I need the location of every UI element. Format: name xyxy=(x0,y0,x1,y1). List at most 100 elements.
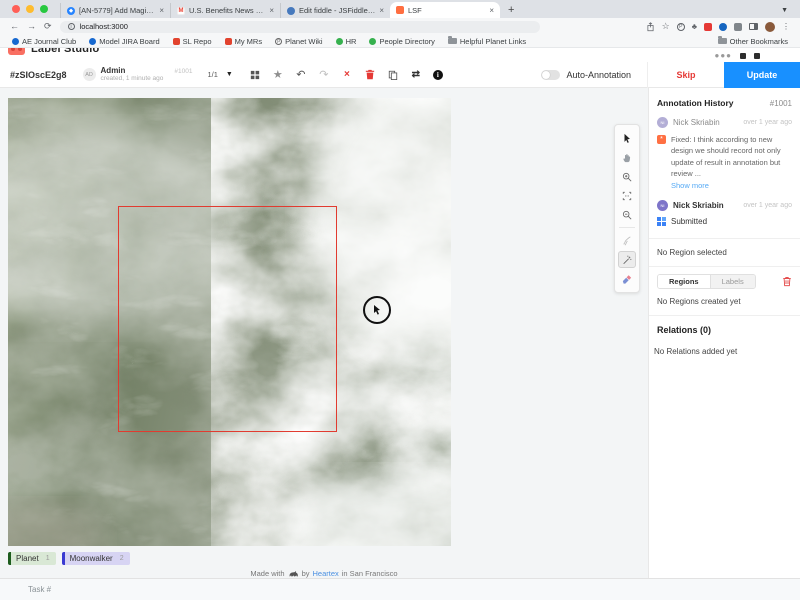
tab-regions[interactable]: Regions xyxy=(658,275,710,288)
bookmark-planet-wiki[interactable]: pPlanet Wiki xyxy=(275,37,323,46)
minimize-window-icon[interactable] xyxy=(26,5,34,13)
gmail-icon: M xyxy=(177,7,185,15)
chevron-down-icon[interactable]: ▼ xyxy=(226,71,233,78)
bookmark-star-icon[interactable]: ☆ xyxy=(662,22,670,31)
show-more-link[interactable]: Show more xyxy=(671,181,792,190)
bookmark-label: SL Repo xyxy=(183,37,212,46)
annotation-canvas: Planet 1 Moonwalker 2 Made with by Heart… xyxy=(0,88,648,578)
delete-annotation-icon[interactable] xyxy=(364,69,376,81)
label-chip-text: Planet xyxy=(16,554,39,563)
annotation-selector[interactable]: AD Admin created, 1 minute ago #1001 1/1… xyxy=(83,66,233,83)
duplicate-icon[interactable] xyxy=(387,69,399,81)
share-icon[interactable] xyxy=(646,22,655,32)
user-name: Nick Skriabin xyxy=(673,201,738,210)
bookmark-icon xyxy=(336,38,343,45)
bookmark-ae-journal-club[interactable]: AE Journal Club xyxy=(12,37,76,46)
label-studio-icon xyxy=(396,6,404,14)
reload-icon[interactable]: ⟳ xyxy=(44,22,52,31)
close-tab-icon[interactable]: × xyxy=(269,6,274,15)
side-panel-icon[interactable] xyxy=(749,23,758,30)
label-chip-planet[interactable]: Planet 1 xyxy=(8,552,56,565)
region-bounding-box[interactable] xyxy=(118,206,337,432)
close-window-icon[interactable] xyxy=(12,5,20,13)
header-icon[interactable] xyxy=(754,53,760,59)
site-info-icon[interactable]: i xyxy=(68,23,75,30)
ellipsis-icon[interactable]: ●●● xyxy=(715,51,733,60)
bookmark-people-directory[interactable]: People Directory xyxy=(369,37,434,46)
extension-blue-icon[interactable] xyxy=(719,23,727,31)
label-studio-header: Label Studio ●●● xyxy=(0,48,800,62)
trash-icon xyxy=(782,276,792,287)
label-studio-logo-text: Label Studio xyxy=(31,48,99,55)
undo-icon[interactable]: ↶ xyxy=(295,69,307,81)
magic-wand-tool[interactable] xyxy=(618,251,636,268)
redo-icon[interactable]: ↷ xyxy=(318,69,330,81)
regions-labels-tabs: Regions Labels xyxy=(657,274,792,289)
star-icon[interactable]: ★ xyxy=(272,69,284,81)
forward-icon[interactable]: → xyxy=(27,22,36,31)
entry-time: over 1 year ago xyxy=(743,202,792,209)
satellite-image[interactable] xyxy=(8,98,451,546)
bookmark-label: Planet Wiki xyxy=(285,37,323,46)
browser-tab-jsfiddle[interactable]: Edit fiddle - JSFiddle - Code P × xyxy=(280,3,390,18)
tab-labels[interactable]: Labels xyxy=(710,275,755,288)
zoom-out-tool[interactable] xyxy=(618,206,636,223)
bookmark-model-jira-board[interactable]: Model JIRA Board xyxy=(89,37,159,46)
new-tab-button[interactable]: + xyxy=(508,5,514,16)
history-entry[interactable]: NI Nick Skriabin over 1 year ago xyxy=(657,117,792,128)
reset-icon[interactable]: × xyxy=(341,69,353,81)
browser-menu-icon[interactable]: ⋮ xyxy=(782,22,790,31)
browser-tab-lsf-active[interactable]: LSF × xyxy=(390,2,500,18)
close-tab-icon[interactable]: × xyxy=(379,6,384,15)
eraser-tool[interactable] xyxy=(618,270,636,287)
extension-tree-icon[interactable]: ♣ xyxy=(692,23,697,31)
url-input[interactable]: i localhost:3000 xyxy=(60,21,540,33)
browser-tab-jira[interactable]: ◆ [AN-5779] Add Magic Wand f × xyxy=(60,3,170,18)
other-bookmarks[interactable]: Other Bookmarks xyxy=(718,37,788,46)
bookmark-icon xyxy=(89,38,96,45)
annotation-meta: created, 1 minute ago xyxy=(101,75,164,82)
bookmarks-bar: AE Journal Club Model JIRA Board SL Repo… xyxy=(0,35,800,48)
bookmark-helpful-planet-links[interactable]: Helpful Planet Links xyxy=(448,37,526,46)
zoom-in-tool[interactable] xyxy=(618,168,636,185)
tab-search-chevron-icon[interactable]: ▼ xyxy=(781,7,788,14)
select-tool[interactable] xyxy=(618,130,636,147)
grid-view-icon[interactable] xyxy=(249,69,261,81)
comment-text: Fixed: I think according to new design w… xyxy=(671,134,792,179)
extension-p-icon[interactable]: P xyxy=(677,23,685,31)
fit-screen-tool[interactable] xyxy=(618,187,636,204)
brush-tool[interactable] xyxy=(618,232,636,249)
bookmark-my-mrs[interactable]: My MRs xyxy=(225,37,263,46)
heartex-link[interactable]: Heartex xyxy=(312,569,338,578)
header-icon[interactable] xyxy=(740,53,746,59)
label-chip-moonwalker[interactable]: Moonwalker 2 xyxy=(62,552,130,565)
history-entry[interactable]: NI Nick Skriabin over 1 year ago xyxy=(657,200,792,211)
label-chips: Planet 1 Moonwalker 2 xyxy=(8,552,130,565)
tab-label: U.S. Benefits News - Open Enr xyxy=(189,6,265,15)
settings-swap-icon[interactable]: ⇄ xyxy=(410,69,422,81)
auto-annotation-toggle[interactable] xyxy=(541,70,560,80)
bookmark-hr[interactable]: HR xyxy=(336,37,357,46)
browser-tab-gmail[interactable]: M U.S. Benefits News - Open Enr × xyxy=(170,3,280,18)
browser-actions: ☆ P ♣ ⋮ xyxy=(646,22,790,32)
extensions-puzzle-icon[interactable] xyxy=(734,23,742,31)
bookmark-label: Model JIRA Board xyxy=(99,37,159,46)
annotation-history-title: Annotation History xyxy=(657,98,734,108)
update-button[interactable]: Update xyxy=(724,62,800,88)
browser-profile-avatar[interactable] xyxy=(765,22,775,32)
heartex-mascot-icon xyxy=(288,570,299,578)
info-icon[interactable]: i xyxy=(433,70,443,80)
window-controls[interactable] xyxy=(0,0,60,18)
pointer-icon xyxy=(622,133,632,144)
extension-red-icon[interactable] xyxy=(704,23,712,31)
close-tab-icon[interactable]: × xyxy=(489,6,494,15)
maximize-window-icon[interactable] xyxy=(40,5,48,13)
close-tab-icon[interactable]: × xyxy=(159,6,164,15)
delete-regions-button[interactable] xyxy=(782,276,792,287)
back-icon[interactable]: ← xyxy=(10,22,19,31)
bookmark-sl-repo[interactable]: SL Repo xyxy=(173,37,212,46)
skip-button[interactable]: Skip xyxy=(648,70,724,80)
bottom-bar: Task # xyxy=(0,578,800,600)
pan-tool[interactable] xyxy=(618,149,636,166)
label-studio-logo[interactable]: Label Studio xyxy=(8,48,99,55)
